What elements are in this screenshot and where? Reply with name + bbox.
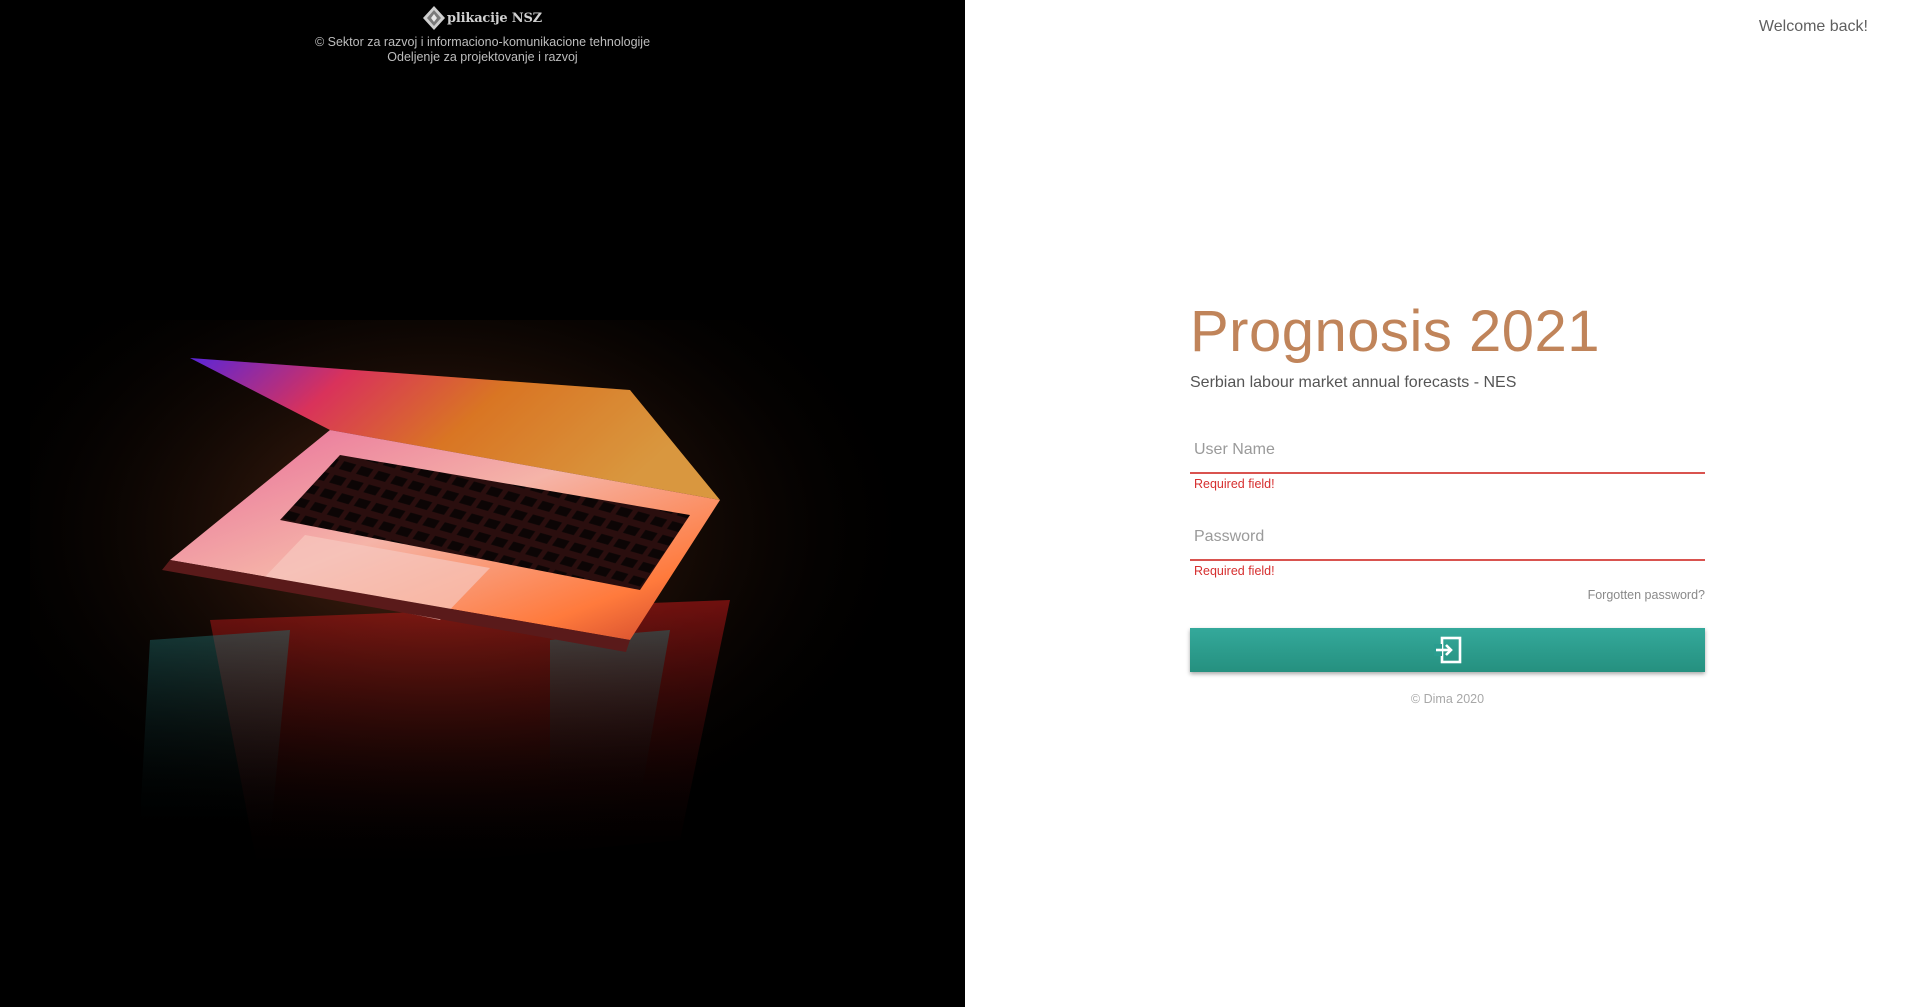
- login-button[interactable]: [1190, 628, 1705, 672]
- app-subtitle: Serbian labour market annual forecasts -…: [1190, 374, 1517, 391]
- laptop-image: [30, 320, 930, 920]
- password-field-group: Required field!: [1190, 515, 1705, 580]
- branding-line-1: © Sektor za razvoj i informaciono-komuni…: [314, 35, 651, 49]
- password-error: Required field!: [1194, 564, 1275, 578]
- nsz-logo: plikacije NSZ: [423, 4, 542, 32]
- logo-text: plikacije NSZ: [447, 10, 542, 26]
- branding-line-2: Odeljenje za projektovanje i razvoj: [387, 50, 578, 64]
- password-input[interactable]: [1190, 515, 1705, 561]
- welcome-text: Welcome back!: [1758, 18, 1868, 35]
- nsz-logo-icon: [423, 6, 446, 30]
- branding: plikacije NSZ © Sektor za razvoj i infor…: [0, 4, 965, 65]
- app-title: Prognosis 2021: [1190, 299, 1601, 364]
- login-page: plikacije NSZ © Sektor za razvoj i infor…: [0, 0, 1920, 1007]
- username-input[interactable]: [1190, 428, 1705, 474]
- login-form: Prognosis 2021 Serbian labour market ann…: [1190, 296, 1705, 706]
- username-error: Required field!: [1194, 477, 1275, 491]
- hero-panel: plikacije NSZ © Sektor za razvoj i infor…: [0, 0, 965, 1007]
- username-field-group: Required field!: [1190, 428, 1705, 493]
- forgot-password-link[interactable]: Forgotten password?: [1190, 588, 1705, 602]
- login-icon: [1433, 636, 1461, 664]
- copyright-text: © Dima 2020: [1410, 692, 1485, 706]
